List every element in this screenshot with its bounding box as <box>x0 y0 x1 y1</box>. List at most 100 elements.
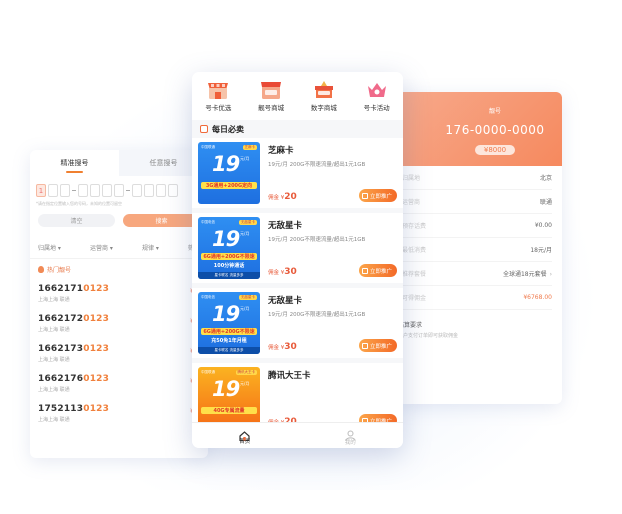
product-card[interactable]: 中国电信 无敌星卡 19 元/月 6G通用+200G不限速 100分钟通话 星卡… <box>192 213 403 283</box>
list-item[interactable]: 16621720123 上海上海 联通 ¥ <box>30 310 208 340</box>
number-meta: 上海上海 联通 <box>38 417 70 423</box>
digit-box[interactable] <box>78 184 88 197</box>
digit-box[interactable]: 1 <box>36 184 46 197</box>
detail-value: 联通 <box>539 199 552 206</box>
detail-rows: 归属地 北京 运营商 联通 预存话费 ¥0.00 最低消费 18元/月 推荐套餐 全球通1… <box>398 166 562 339</box>
product-thumbnail: 中国电信 无敌星卡 19 元/月 6G通用+200G不限速 充50免1年月租 星… <box>198 292 260 354</box>
gift-box-icon <box>312 80 336 100</box>
price-badge: ¥8000 <box>474 145 516 155</box>
user-icon <box>345 426 356 441</box>
category-label: 数字商城 <box>310 104 337 112</box>
product-name: 腾讯大王卡 <box>268 371 311 381</box>
daily-section-header: 每日必卖 <box>192 120 403 138</box>
thumb-footer: 星卡联名 流量多多 <box>198 347 260 354</box>
filter-label: 归属地 <box>38 245 57 252</box>
share-icon <box>361 267 368 274</box>
promote-button[interactable]: 立即推广 <box>358 264 397 277</box>
commission: 佣金 ¥30 <box>268 342 297 352</box>
list-item[interactable]: 16621710123 上海上海 联通 ¥ <box>30 280 208 310</box>
monthly-price: 19 <box>212 377 240 401</box>
digit-box[interactable] <box>48 184 58 197</box>
share-icon <box>361 342 368 349</box>
tab-mine[interactable]: 我的 <box>298 423 404 448</box>
phone-number: 16621760123 <box>38 374 110 384</box>
filter-carrier[interactable]: 运营商 ▾ <box>90 243 113 252</box>
list-item[interactable]: 16621730123 上海上海 联通 ¥ <box>30 340 208 370</box>
product-name: 无敌星卡 <box>268 296 303 306</box>
product-card[interactable]: 中国联通 芝麻卡 19 元/月 3G通用+200G定向 芝麻卡 19元/月 20… <box>192 138 403 208</box>
detail-row: 最低消费 18元/月 <box>398 238 552 262</box>
detail-row: 可得佣金 ¥6768.00 <box>398 286 552 310</box>
digit-box[interactable] <box>102 184 112 197</box>
commission: 佣金 ¥30 <box>268 267 297 277</box>
section-label: 热门靓号 <box>47 267 72 274</box>
product-thumbnail: 中国联通 腾讯大王卡 19 元/月 40G专属流量 <box>198 367 260 429</box>
digit-box[interactable] <box>60 184 70 197</box>
monthly-price: 19 <box>212 152 240 176</box>
commission: 佣金 ¥20 <box>268 192 297 202</box>
category-number-mall[interactable]: 靓号商城 <box>245 80 298 120</box>
filter-label: 运营商 <box>89 245 108 252</box>
flame-icon <box>38 266 44 273</box>
monthly-price: 19 <box>212 302 240 326</box>
digit-box[interactable] <box>90 184 100 197</box>
digit-separator <box>72 190 76 191</box>
list-item[interactable]: 16621760123 上海上海 联通 ¥ <box>30 370 208 400</box>
product-tag: 无敌星卡 <box>239 220 257 225</box>
detail-value: 18元/月 <box>530 247 552 254</box>
number-detail-panel: 靓号 176-0000-0000 ¥8000 归属地 北京 运营商 联通 预存话费 ¥… <box>398 92 562 404</box>
home-icon <box>239 426 250 442</box>
digit-box[interactable] <box>156 184 166 197</box>
filter-location[interactable]: 归属地 ▾ <box>38 243 61 252</box>
clear-button[interactable]: 清空 <box>38 214 115 227</box>
detail-row: 预存话费 ¥0.00 <box>398 214 552 238</box>
thumb-highlight: 6G通用+200G不限速 <box>201 253 257 260</box>
filter-bar: 归属地 ▾ 运营商 ▾ 规律 ▾ 筛选 <box>30 231 208 259</box>
price-unit: 元/月 <box>240 381 250 386</box>
shop-icon <box>259 80 283 100</box>
thumb-highlight: 3G通用+200G定向 <box>201 182 257 189</box>
list-item[interactable]: 17521130123 上海上海 联通 ¥ <box>30 400 208 430</box>
price-unit: 元/月 <box>240 306 250 311</box>
category-card-picks[interactable]: 号卡优选 <box>192 80 245 120</box>
settlement-note: 用户支付订单即可获取佣金 <box>398 333 459 339</box>
tab-precise-search[interactable]: 精准搜号 <box>30 150 119 176</box>
calendar-icon <box>200 125 208 133</box>
thumb-highlight: 40G专属流量 <box>201 407 257 414</box>
number-detail-header: 靓号 176-0000-0000 ¥8000 <box>398 92 562 166</box>
search-hint: *请在指定位置输入您的号码，未知的位置可留空 <box>36 201 122 206</box>
phone-screen: 号卡优选 靓号商城 数字商城 号卡活动 每日必卖 中国联通 芝麻卡 19 元/月… <box>192 72 403 448</box>
product-name: 无敌星卡 <box>268 221 303 231</box>
digit-box[interactable] <box>114 184 124 197</box>
carrier-logo-text: 中国电信 <box>201 295 215 299</box>
detail-value: 全球通18元套餐 › <box>502 271 552 278</box>
package-row[interactable]: 推荐套餐 全球通18元套餐 › <box>398 262 552 286</box>
promote-button[interactable]: 立即推广 <box>358 339 397 352</box>
detail-value: ¥0.00 <box>534 222 552 229</box>
tab-home[interactable]: 首页 <box>192 423 298 448</box>
category-card-events[interactable]: 号卡活动 <box>350 80 403 120</box>
monthly-price: 19 <box>212 227 240 251</box>
product-tag: 腾讯大王卡 <box>235 370 257 375</box>
filter-pattern[interactable]: 规律 ▾ <box>142 243 159 252</box>
settlement-title: 结算要求 <box>398 322 423 329</box>
phone-number: 16621730123 <box>38 344 110 354</box>
digit-box[interactable] <box>168 184 178 197</box>
thumb-subline: 100分钟通话 <box>213 263 245 269</box>
product-tag: 芝麻卡 <box>242 145 257 150</box>
search-button[interactable]: 搜索 <box>123 214 200 227</box>
digit-box[interactable] <box>132 184 142 197</box>
number-meta: 上海上海 联通 <box>38 297 70 303</box>
phone-number: 16621720123 <box>38 314 110 324</box>
bottom-tab-bar: 首页 我的 <box>192 422 403 448</box>
section-title: 每日必卖 <box>212 124 244 134</box>
store-icon <box>206 80 230 100</box>
crown-icon <box>365 80 389 100</box>
promote-button[interactable]: 立即推广 <box>358 189 397 202</box>
category-digital-mall[interactable]: 数字商城 <box>298 80 351 120</box>
product-thumbnail: 中国电信 无敌星卡 19 元/月 6G通用+200G不限速 100分钟通话 星卡… <box>198 217 260 279</box>
product-description: 19元/月 200G不限速流量/超出1元1GB <box>268 162 366 168</box>
price-unit: 元/月 <box>240 156 250 161</box>
digit-box[interactable] <box>144 184 154 197</box>
product-card[interactable]: 中国电信 无敌星卡 19 元/月 6G通用+200G不限速 充50免1年月租 星… <box>192 288 403 358</box>
